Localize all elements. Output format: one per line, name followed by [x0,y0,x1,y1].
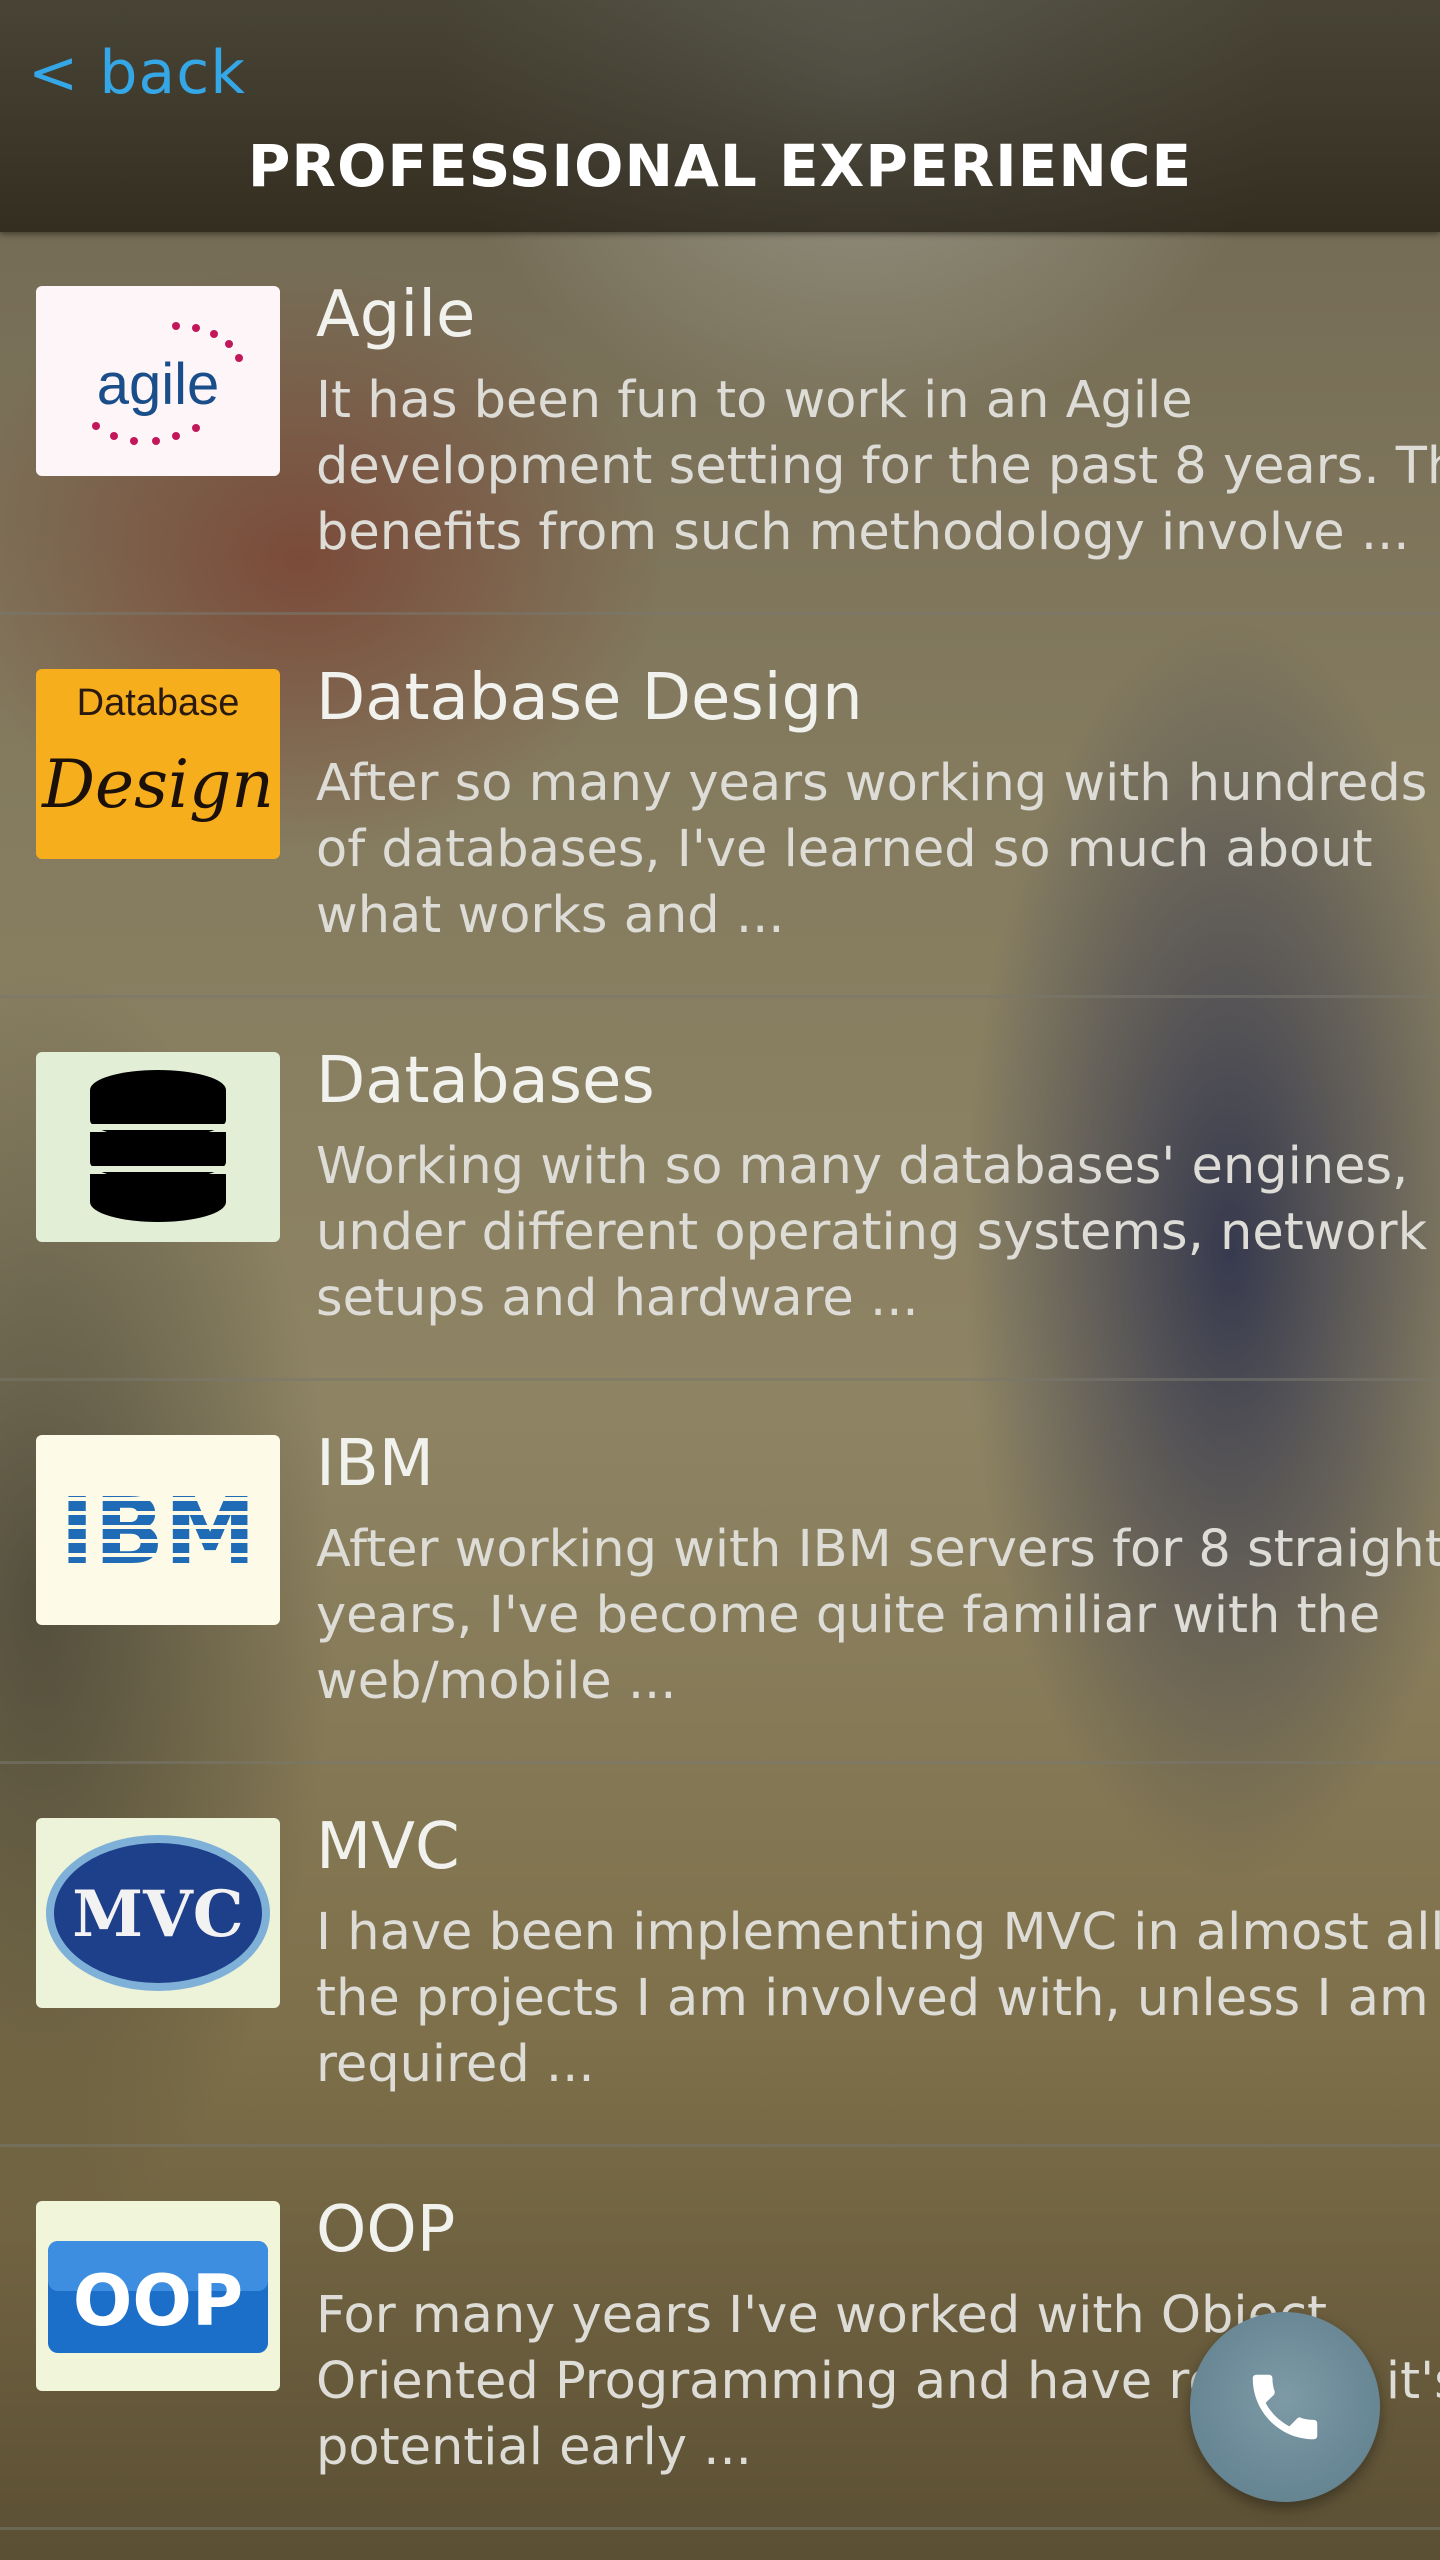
item-title: Databases [316,1044,655,1118]
item-title: Agile [316,278,476,352]
experience-list: agile Agile It has been fun to work in a… [0,232,1440,2530]
list-item-ibm[interactable]: IBM IBM After working with IBM servers f… [0,1381,1440,1764]
app-header: < back PROFESSIONAL EXPERIENCE [0,0,1440,232]
item-title: Database Design [316,661,863,735]
svg-text:Design: Design [41,746,274,823]
svg-text:Database: Database [77,682,240,724]
agile-logo-image: agile [36,286,280,476]
phone-icon [1252,2374,1318,2440]
list-item-database-design[interactable]: Database Design Database Design After so… [0,615,1440,998]
mvc-logo-image: MVC [36,1818,280,2008]
item-description: After so many years working with hundred… [316,754,1428,945]
databases-logo [36,1052,280,1242]
svg-text:OOP: OOP [73,2260,243,2342]
database-design-logo: Database Design [36,669,280,859]
mvc-logo: MVC [36,1818,280,2008]
call-button[interactable] [1190,2312,1380,2502]
oop-logo-image: OOP [36,2201,280,2391]
item-description: After working with IBM servers for 8 str… [316,1520,1440,1711]
page-title: PROFESSIONAL EXPERIENCE [247,132,1193,200]
svg-text:agile: agile [97,352,220,417]
agile-logo: agile [36,286,280,476]
item-title: OOP [316,2193,456,2267]
item-description: It has been fun to work in an Agile deve… [316,371,1440,562]
ibm-logo: IBM [36,1435,280,1625]
svg-text:MVC: MVC [72,1877,243,1952]
list-item-mvc[interactable]: MVC MVC I have been implementing MVC in … [0,1764,1440,2147]
oop-logo: OOP [36,2201,280,2391]
list-item-agile[interactable]: agile Agile It has been fun to work in a… [0,232,1440,615]
database-stack-icon [36,1052,280,1242]
item-description: Working with so many databases' engines,… [316,1137,1428,1328]
back-button[interactable]: < back [28,38,246,108]
item-description: I have been implementing MVC in almost a… [316,1903,1440,2094]
svg-text:IBM: IBM [60,1478,256,1585]
list-item-databases[interactable]: Databases Working with so many databases… [0,998,1440,1381]
item-title: MVC [316,1810,460,1884]
item-title: IBM [316,1427,434,1501]
database-design-logo-image: Database Design [36,669,280,859]
ibm-logo-image: IBM [36,1435,280,1625]
